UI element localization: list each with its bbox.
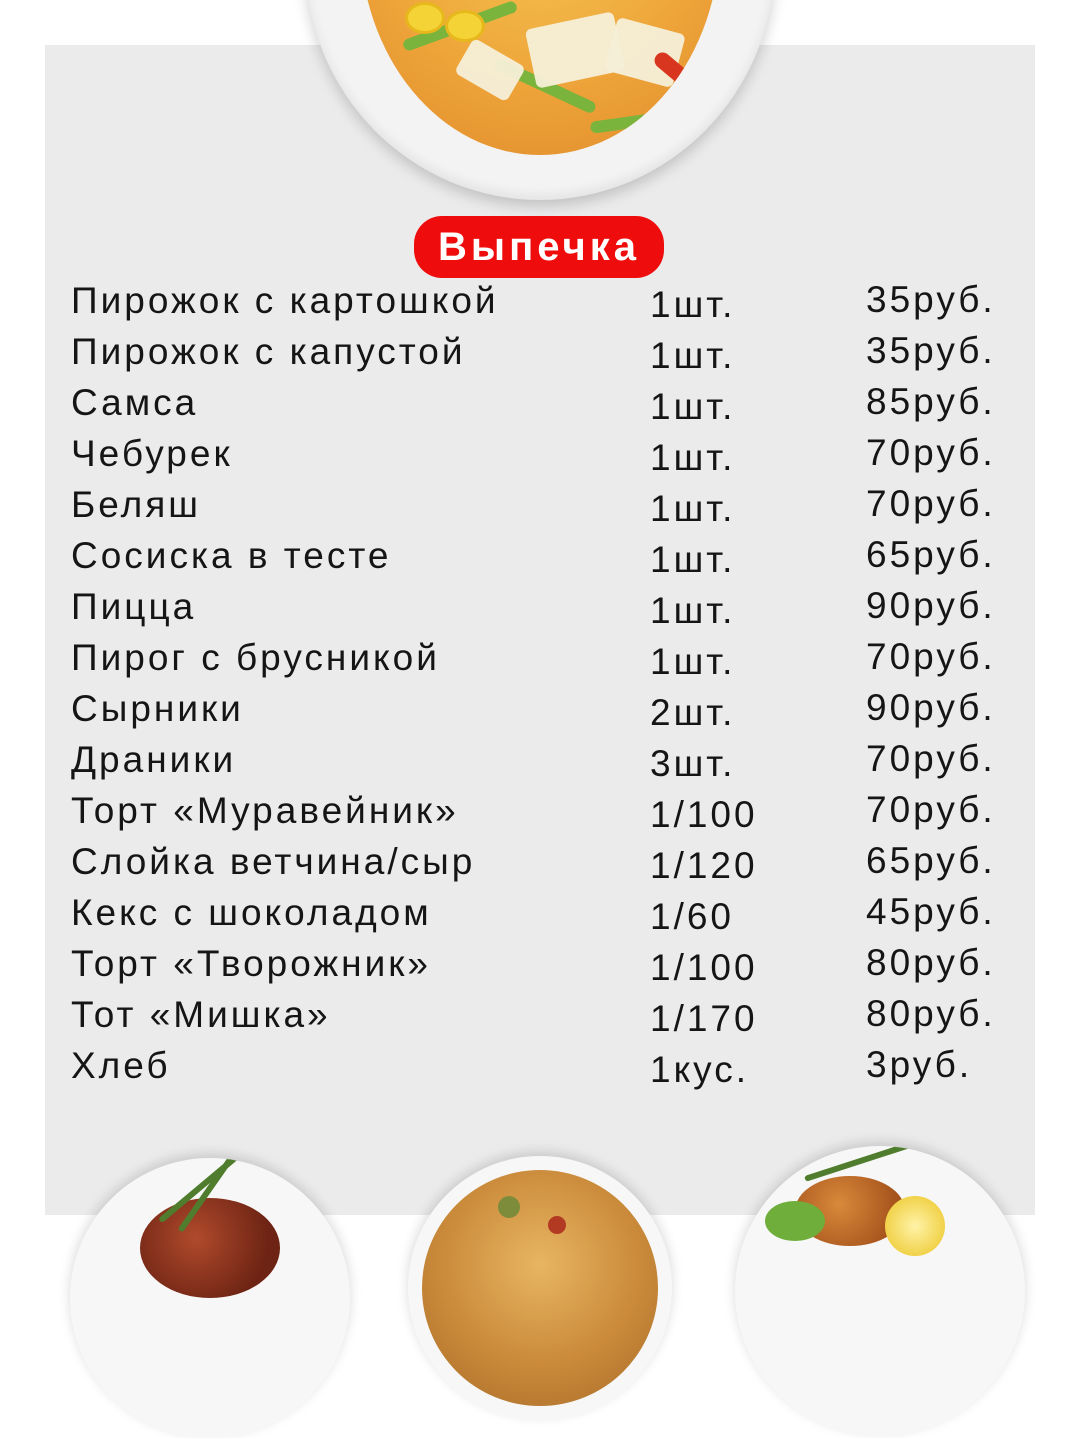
menu-item-name: Торт «Творожник» <box>71 943 432 984</box>
menu-item-quantity: 3шт. <box>650 743 736 784</box>
menu-item-quantity: 1/170 <box>650 998 758 1039</box>
menu-item-row: Пицца 1шт. 90руб. <box>0 585 1080 636</box>
menu-item-name: Хлеб <box>71 1045 171 1086</box>
menu-item-quantity: 1/100 <box>650 794 758 835</box>
menu-item-name: Сосиска в тесте <box>71 535 392 576</box>
menu-item-quantity: 1шт. <box>650 590 736 631</box>
menu-item-quantity: 1шт. <box>650 488 736 529</box>
menu-item-price: 80руб. <box>866 993 996 1034</box>
menu-item-name: Торт «Муравейник» <box>71 790 459 831</box>
menu-item-row: Слойка ветчина/сыр 1/120 65руб. <box>0 840 1080 891</box>
menu-item-quantity: 1кус. <box>650 1049 750 1090</box>
soup-broth <box>360 0 720 155</box>
menu-item-price: 65руб. <box>866 840 996 881</box>
roast-chicken-plate-photo <box>735 1146 1025 1436</box>
menu-item-quantity: 1/60 <box>650 896 735 937</box>
menu-item-row: Беляш 1шт. 70руб. <box>0 483 1080 534</box>
menu-item-quantity: 1шт. <box>650 437 736 478</box>
menu-item-row: Сырники 2шт. 90руб. <box>0 687 1080 738</box>
menu-item-quantity: 1шт. <box>650 641 736 682</box>
menu-item-price: 35руб. <box>866 279 996 320</box>
menu-item-row: Сосиска в тесте 1шт. 65руб. <box>0 534 1080 585</box>
menu-item-price: 80руб. <box>866 942 996 983</box>
menu-item-quantity: 1шт. <box>650 284 736 325</box>
menu-item-row: Пирог с брусникой 1шт. 70руб. <box>0 636 1080 687</box>
menu-item-name: Сырники <box>71 688 244 729</box>
section-title-badge: Выпечка <box>414 216 664 278</box>
menu-item-name: Пирог с брусникой <box>71 637 440 678</box>
menu-item-row: Самса 1шт. 85руб. <box>0 381 1080 432</box>
menu-item-name: Пирожок с капустой <box>71 331 466 372</box>
menu-item-price: 70руб. <box>866 483 996 524</box>
menu-item-name: Слойка ветчина/сыр <box>71 841 476 882</box>
menu-item-name: Пицца <box>71 586 197 627</box>
menu-item-quantity: 1шт. <box>650 335 736 376</box>
menu-item-price: 70руб. <box>866 789 996 830</box>
pizza-plate-photo <box>408 1156 672 1420</box>
menu-item-row: Кекс с шоколадом 1/60 45руб. <box>0 891 1080 942</box>
menu-item-name: Драники <box>71 739 237 780</box>
menu-item-name: Кекс с шоколадом <box>71 892 432 933</box>
menu-item-price: 70руб. <box>866 432 996 473</box>
menu-item-name: Пирожок с картошкой <box>71 280 499 321</box>
menu-item-row: Хлеб 1кус. 3руб. <box>0 1044 1080 1095</box>
menu-item-row: Драники 3шт. 70руб. <box>0 738 1080 789</box>
menu-item-name: Самса <box>71 382 199 423</box>
menu-item-price: 45руб. <box>866 891 996 932</box>
menu-item-price: 3руб. <box>866 1044 973 1085</box>
menu-item-quantity: 2шт. <box>650 692 736 733</box>
menu-item-quantity: 1/100 <box>650 947 758 988</box>
menu-item-name: Чебурек <box>71 433 233 474</box>
menu-item-row: Тот «Мишка» 1/170 80руб. <box>0 993 1080 1044</box>
menu-item-price: 85руб. <box>866 381 996 422</box>
menu-item-row: Торт «Муравейник» 1/100 70руб. <box>0 789 1080 840</box>
menu-item-quantity: 1шт. <box>650 386 736 427</box>
menu-item-price: 70руб. <box>866 738 996 779</box>
menu-item-row: Чебурек 1шт. 70руб. <box>0 432 1080 483</box>
steak-plate-photo <box>70 1158 350 1438</box>
menu-item-row: Пирожок с картошкой 1шт. 35руб. <box>0 279 1080 330</box>
menu-item-price: 35руб. <box>866 330 996 371</box>
menu-item-name: Тот «Мишка» <box>71 994 331 1035</box>
menu-item-row: Торт «Творожник» 1/100 80руб. <box>0 942 1080 993</box>
menu-item-name: Беляш <box>71 484 201 525</box>
menu-item-price: 65руб. <box>866 534 996 575</box>
menu-item-price: 90руб. <box>866 687 996 728</box>
menu-item-quantity: 1шт. <box>650 539 736 580</box>
menu-item-price: 90руб. <box>866 585 996 626</box>
menu-item-row: Пирожок с капустой 1шт. 35руб. <box>0 330 1080 381</box>
menu-item-quantity: 1/120 <box>650 845 758 886</box>
menu-item-price: 70руб. <box>866 636 996 677</box>
